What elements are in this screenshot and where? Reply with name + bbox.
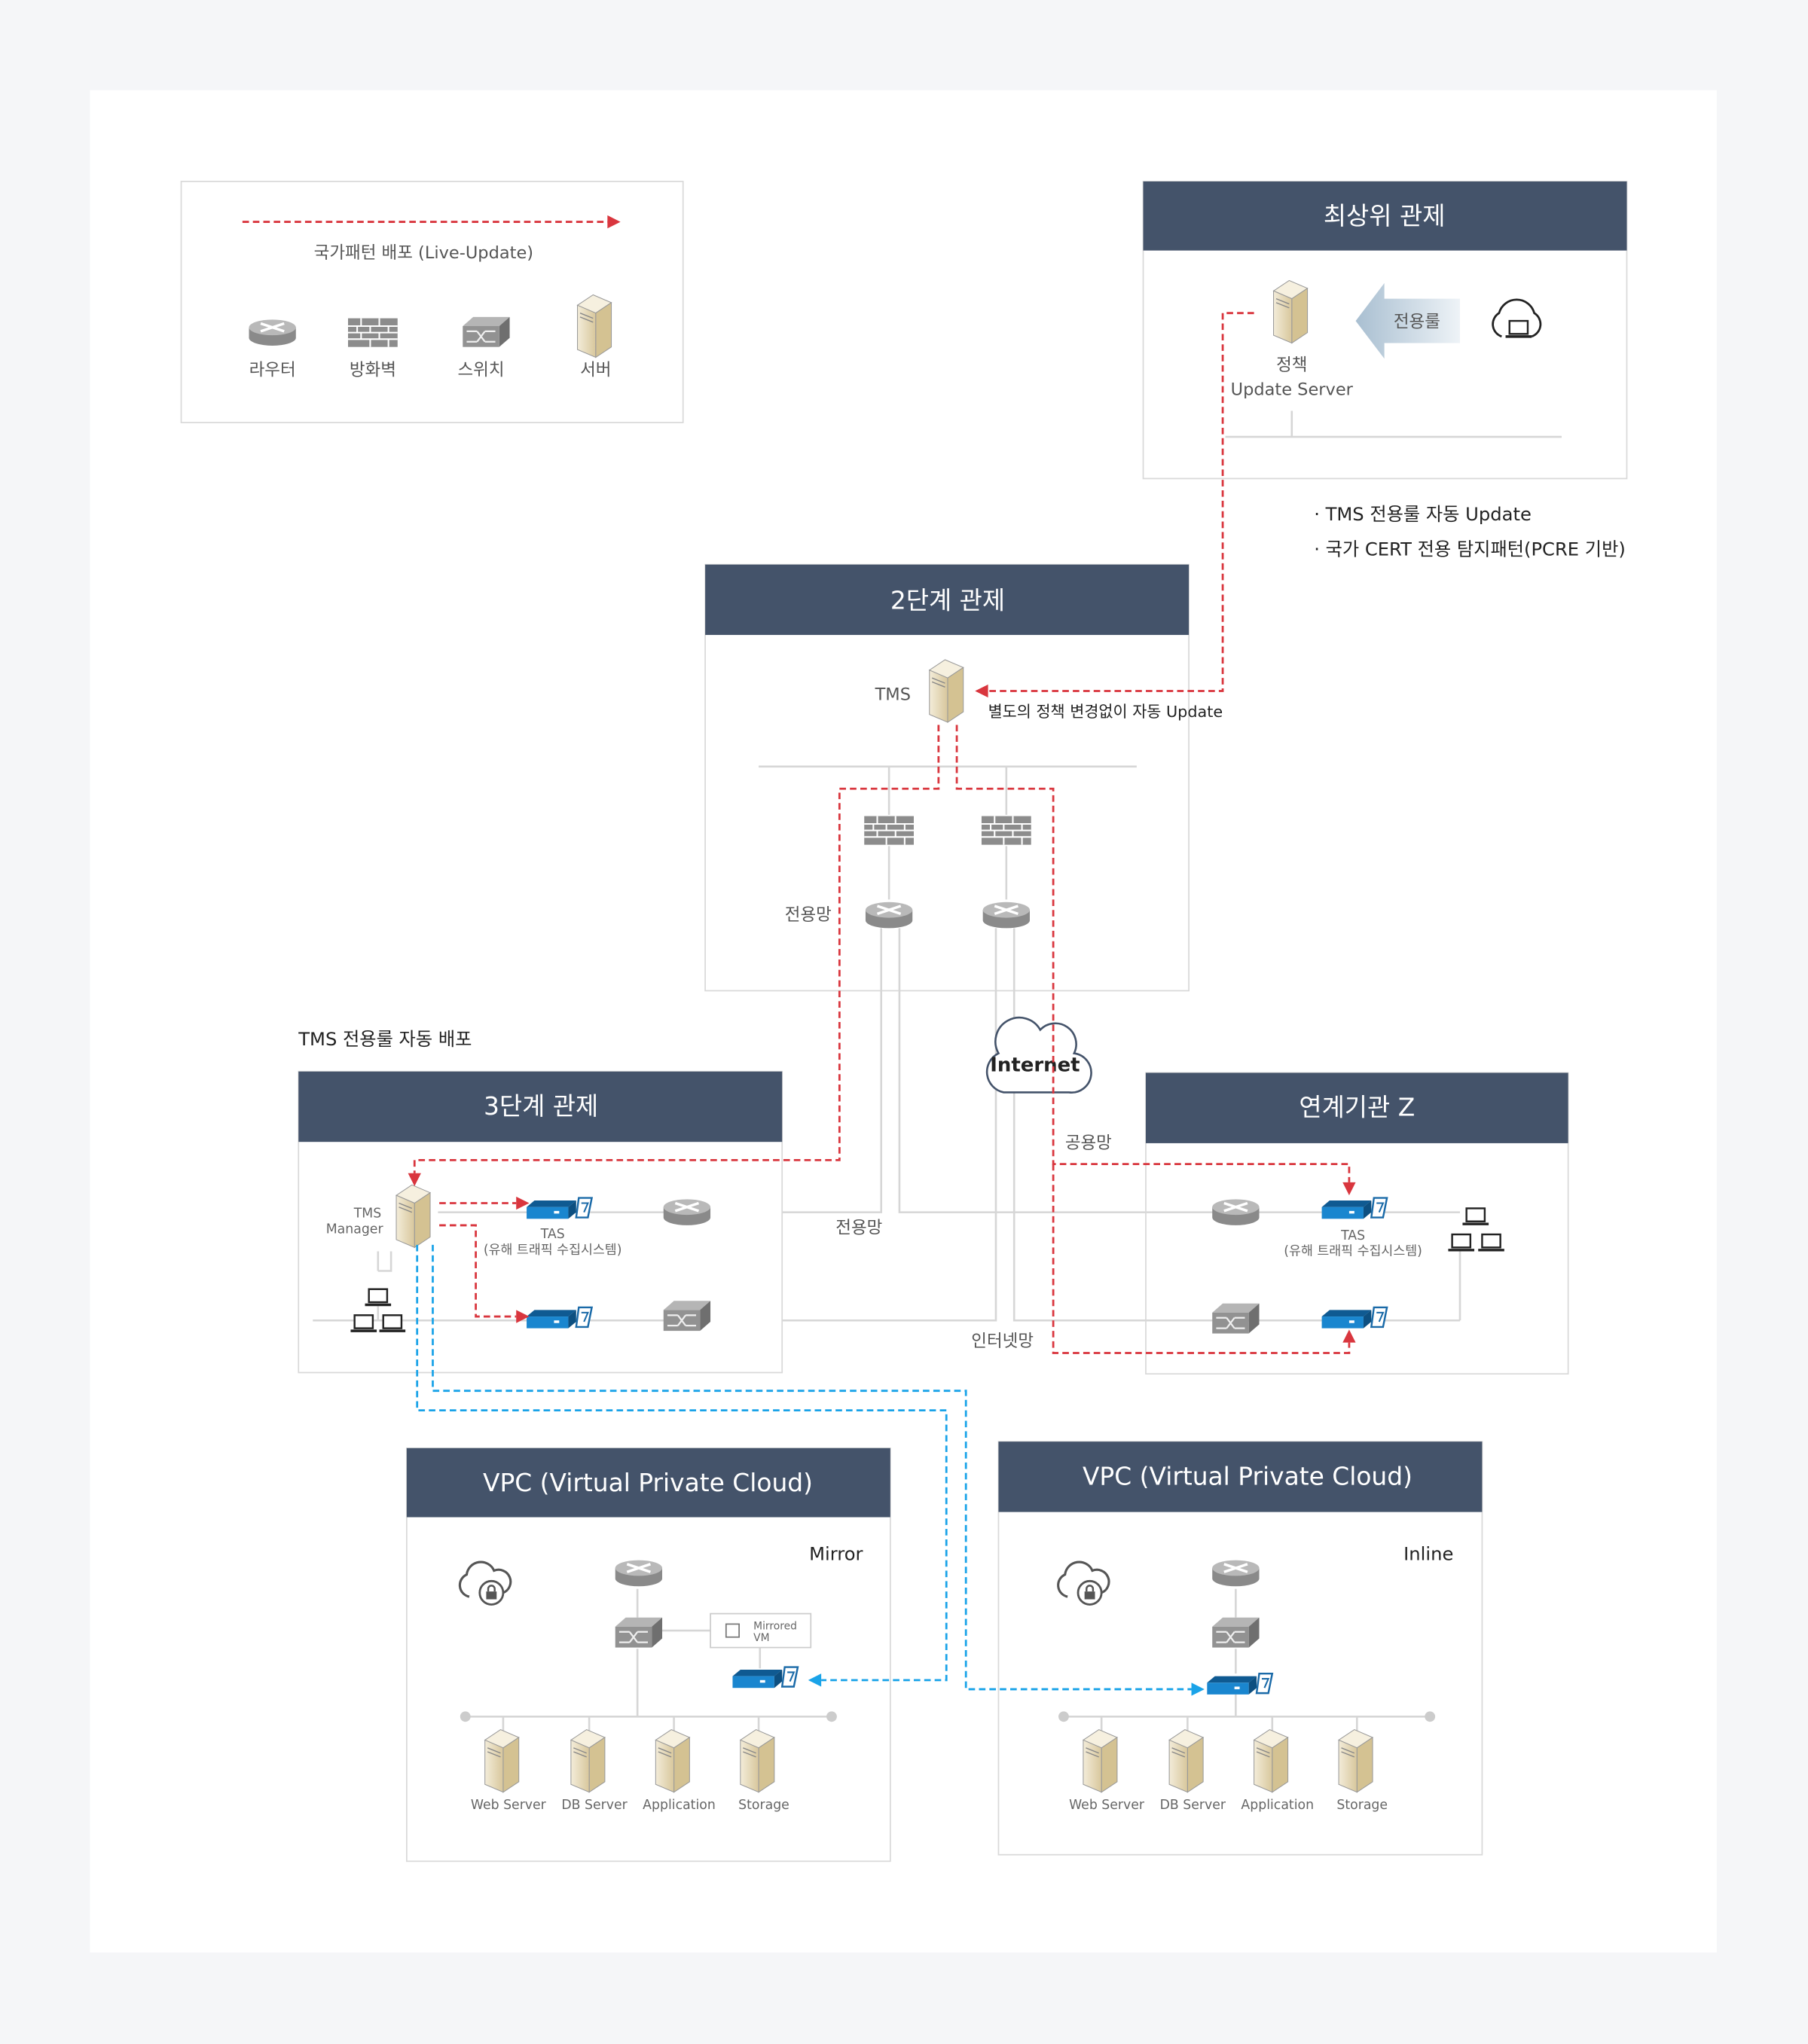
tas-icon <box>1321 1306 1388 1329</box>
web-server-label: Web Server <box>1069 1798 1145 1813</box>
legend-label-router: 라우터 <box>249 361 296 380</box>
stage3-panel: 3단계 관제 TMS Manager TAS (유해 트래픽 수집시스템) <box>298 1070 783 1374</box>
switch-icon <box>614 1616 664 1649</box>
legend-label-server: 서버 <box>580 361 611 380</box>
application-label: Application <box>643 1798 716 1813</box>
vpc-mirror-panel: VPC (Virtual Private Cloud) Mirror Mirro… <box>406 1447 891 1862</box>
switch-icon <box>662 1300 712 1332</box>
tas-label-1: TAS <box>1340 1228 1365 1243</box>
firewall-icon <box>863 815 915 846</box>
vpc-inline-title: VPC (Virtual Private Cloud) <box>1083 1461 1412 1490</box>
public-network-label: 공용망 <box>1065 1133 1112 1153</box>
server-icon <box>484 1728 520 1793</box>
vpc-inline-panel: VPC (Virtual Private Cloud) Inline Web S… <box>997 1441 1483 1856</box>
laptop-icon <box>1477 1233 1506 1252</box>
inline-mode-label: Inline <box>1403 1544 1453 1565</box>
legend-label-switch: 스위치 <box>457 361 504 380</box>
server-icon <box>1253 1728 1289 1793</box>
switch-icon <box>1211 1616 1260 1649</box>
server-icon <box>1168 1728 1204 1793</box>
legend-arrow-label: 국가패턴 배포 (Live-Update) <box>314 243 533 263</box>
server-icon <box>570 1728 606 1793</box>
storage-label: Storage <box>1336 1798 1388 1813</box>
dedicated-network-label: 전용망 <box>785 905 832 925</box>
tas-icon <box>731 1666 799 1689</box>
laptop-icon <box>1461 1207 1490 1227</box>
tas-icon <box>1206 1672 1274 1696</box>
router-icon <box>1211 1197 1261 1227</box>
policy-update-server-icon <box>1272 279 1309 344</box>
stage3-caption: TMS 전용룰 자동 배포 <box>298 1029 472 1050</box>
partner-title: 연계기관 Z <box>1299 1093 1415 1122</box>
mirrored-vm-label-1: Mirrored <box>753 1620 797 1632</box>
stage2-panel: 2단계 관제 TMS 별도의 정책 변경없이 자동 Update 전용망 <box>704 563 1223 992</box>
server-icon <box>1338 1728 1373 1793</box>
application-label: Application <box>1241 1798 1314 1813</box>
note-1: · TMS 전용룰 자동 Update <box>1314 504 1532 525</box>
vpc-mirror-title: VPC (Virtual Private Cloud) <box>483 1468 813 1497</box>
laptop-icon <box>378 1314 407 1334</box>
router-icon <box>613 1558 664 1588</box>
partner-panel: 연계기관 Z TAS (유해 트래픽 수집시스템) <box>1145 1072 1569 1375</box>
server-label-1: 정책 <box>1276 355 1307 375</box>
tas-label-1: TAS <box>540 1227 565 1242</box>
tas-icon <box>525 1306 593 1329</box>
auto-update-note: 별도의 정책 변경없이 자동 Update <box>988 703 1223 721</box>
server-icon <box>740 1728 775 1793</box>
storage-label: Storage <box>738 1798 789 1813</box>
top-control-panel: 최상위 관제 정책 Update Server 전용룰 <box>1142 181 1628 480</box>
laptop-icon <box>350 1314 378 1334</box>
switch-icon <box>462 316 511 348</box>
tas-icon <box>525 1197 593 1220</box>
tms-label: TMS <box>875 685 911 705</box>
tas-label-2: (유해 트래픽 수집시스템) <box>484 1243 622 1258</box>
web-server-label: Web Server <box>471 1798 547 1813</box>
dedicated-network-label: 전용망 <box>835 1218 882 1237</box>
network-diagram: 국가패턴 배포 (Live-Update) 라우터 방화벽 스위치 서버 최상위… <box>90 90 1717 1953</box>
manager-label-1: TMS <box>353 1207 381 1222</box>
note-2: · 국가 CERT 전용 탐지패턴(PCRE 기반) <box>1314 539 1626 560</box>
stage2-title: 2단계 관제 <box>890 585 1005 615</box>
switch-icon <box>1211 1302 1260 1335</box>
router-icon <box>1211 1558 1261 1588</box>
tas-label-2: (유해 트래픽 수집시스템) <box>1284 1244 1422 1259</box>
legend: 국가패턴 배포 (Live-Update) 라우터 방화벽 스위치 서버 <box>180 181 684 423</box>
tas-icon <box>1321 1197 1388 1220</box>
firewall-icon <box>347 317 399 348</box>
router-icon <box>981 901 1031 930</box>
mirrored-vm-label-2: VM <box>753 1632 769 1644</box>
mirror-mode-label: Mirror <box>809 1544 863 1565</box>
router-icon <box>864 901 914 930</box>
db-server-label: DB Server <box>561 1798 628 1813</box>
rule-arrow-label: 전용룰 <box>1394 313 1440 332</box>
db-server-label: DB Server <box>1160 1798 1226 1813</box>
laptop-icon <box>364 1288 392 1307</box>
top-control-title: 최상위 관제 <box>1324 201 1446 230</box>
server-icon <box>1083 1728 1118 1793</box>
router-icon <box>662 1197 712 1227</box>
manager-label-2: Manager <box>326 1222 384 1237</box>
router-icon <box>247 318 298 347</box>
internet-label: Internet <box>990 1054 1080 1077</box>
firewall-icon <box>980 815 1032 846</box>
laptop-icon <box>1447 1233 1476 1252</box>
tms-server-icon <box>929 659 964 723</box>
stage3-title: 3단계 관제 <box>484 1091 598 1121</box>
legend-label-firewall: 방화벽 <box>350 361 396 380</box>
server-icon <box>576 294 612 358</box>
internet-network-label: 인터넷망 <box>971 1332 1034 1351</box>
server-icon <box>655 1728 691 1793</box>
server-label-2: Update Server <box>1231 380 1354 400</box>
tms-manager-server-icon <box>396 1184 431 1249</box>
